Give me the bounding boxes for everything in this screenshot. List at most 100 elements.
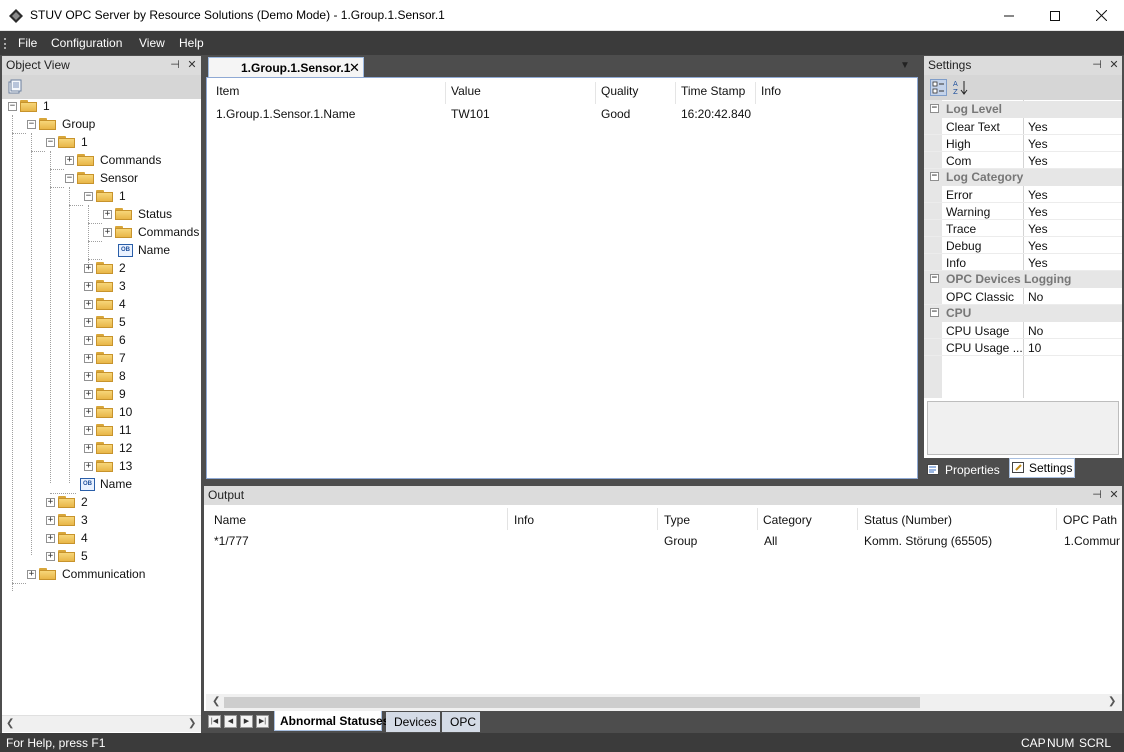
document-tab[interactable]: 1.Group.1.Sensor.1 ✕ [208, 57, 364, 78]
collapse-icon[interactable]: − [930, 274, 939, 283]
property-row[interactable]: Info Yes [924, 254, 1122, 271]
expand-icon[interactable]: + [84, 461, 93, 471]
scroll-right-icon[interactable]: ❯ [188, 718, 196, 729]
collapse-icon[interactable]: − [930, 308, 939, 317]
expand-icon[interactable]: + [103, 209, 112, 219]
expand-icon[interactable]: + [84, 371, 93, 381]
close-pane-icon[interactable]: ✕ [1107, 488, 1121, 502]
tab-settings[interactable]: Settings [1009, 458, 1075, 478]
expand-icon[interactable]: + [46, 533, 55, 543]
pin-icon[interactable]: ⊣ [1090, 488, 1104, 502]
collapse-icon[interactable]: − [27, 119, 36, 129]
property-row[interactable]: Debug Yes [924, 237, 1122, 254]
tree-node-sensor[interactable]: − Sensor [65, 169, 138, 187]
tree-node-group-name[interactable]: OB Name [80, 475, 132, 493]
column-header-info[interactable]: Info [757, 82, 905, 104]
categorized-view-icon[interactable] [930, 79, 947, 96]
column-header-value[interactable]: Value [447, 82, 596, 104]
column-separator[interactable] [657, 508, 658, 530]
collapse-icon[interactable]: − [65, 173, 74, 183]
tree-node-sensor[interactable]: +10 [84, 403, 132, 421]
minimize-button[interactable] [986, 0, 1032, 31]
category-log-category[interactable]: − Log Category [924, 169, 1122, 186]
expand-icon[interactable]: + [46, 515, 55, 525]
expand-icon[interactable]: + [84, 425, 93, 435]
tree-node-sensor[interactable]: +2 [84, 259, 126, 277]
tree-node-sensor[interactable]: +8 [84, 367, 126, 385]
tree-node-sensor[interactable]: +4 [84, 295, 126, 313]
property-row[interactable]: High Yes [924, 135, 1122, 152]
first-tab-icon[interactable]: |◀ [208, 715, 221, 728]
column-header-item[interactable]: Item [212, 82, 446, 104]
property-row[interactable]: Com Yes [924, 152, 1122, 169]
expand-icon[interactable]: + [65, 155, 74, 165]
column-separator[interactable] [507, 508, 508, 530]
output-horizontal-scrollbar[interactable]: ❮ ❯ [206, 694, 1122, 711]
collapse-icon[interactable]: − [930, 104, 939, 113]
column-header-category[interactable]: Category [763, 513, 812, 527]
tab-devices[interactable]: Devices [386, 712, 440, 732]
last-tab-icon[interactable]: ▶| [256, 715, 269, 728]
menu-configuration[interactable]: Configuration [51, 36, 122, 50]
column-header-quality[interactable]: Quality [597, 82, 676, 104]
scroll-left-icon[interactable]: ❮ [212, 696, 220, 707]
column-separator[interactable] [857, 508, 858, 530]
expand-icon[interactable]: + [84, 335, 93, 345]
object-view-horizontal-scrollbar[interactable]: ❮ ❯ [2, 715, 201, 732]
tree-node-group-1[interactable]: − 1 [46, 133, 88, 151]
scrollbar-thumb[interactable] [224, 697, 920, 708]
maximize-button[interactable] [1032, 0, 1078, 31]
prev-tab-icon[interactable]: ◀ [224, 715, 237, 728]
tab-abnormal-statuses[interactable]: Abnormal Statuses [274, 711, 389, 731]
column-header-name[interactable]: Name [214, 513, 246, 527]
column-header-type[interactable]: Type [664, 513, 690, 527]
tree-node-communication[interactable]: + Communication [27, 565, 145, 583]
expand-icon[interactable]: + [84, 299, 93, 309]
tree-node-sensor[interactable]: +11 [84, 421, 131, 439]
tree-node-sensor-name[interactable]: OB Name [118, 241, 170, 259]
category-cpu[interactable]: − CPU [924, 305, 1122, 322]
collapse-icon[interactable]: − [930, 172, 939, 181]
tree-node-group[interactable]: +2 [46, 493, 88, 511]
column-header-opc-path[interactable]: OPC Path [1063, 513, 1117, 527]
tree-node-group[interactable]: +5 [46, 547, 88, 565]
property-row[interactable]: Warning Yes [924, 203, 1122, 220]
tab-list-dropdown-icon[interactable]: ▼ [900, 60, 910, 71]
tab-properties[interactable]: Properties [927, 460, 1007, 480]
tree-node-group[interactable]: +4 [46, 529, 88, 547]
tree-node-sensor[interactable]: +12 [84, 439, 132, 457]
menu-help[interactable]: Help [179, 36, 204, 50]
pin-icon[interactable]: ⊣ [1090, 58, 1104, 72]
menu-file[interactable]: File [18, 36, 37, 50]
refresh-tree-icon[interactable] [8, 79, 22, 94]
alphabetical-sort-icon[interactable]: A Z [952, 79, 969, 96]
pin-icon[interactable]: ⊣ [168, 58, 182, 72]
expand-icon[interactable]: + [84, 389, 93, 399]
tree-node-group[interactable]: +3 [46, 511, 88, 529]
expand-icon[interactable]: + [84, 317, 93, 327]
property-row[interactable]: Error Yes [924, 186, 1122, 203]
tree-node-sensor-commands[interactable]: + Commands [103, 223, 199, 241]
property-row[interactable]: Trace Yes [924, 220, 1122, 237]
expand-icon[interactable]: + [84, 443, 93, 453]
tree-node-sensor[interactable]: +5 [84, 313, 126, 331]
expand-icon[interactable]: + [46, 497, 55, 507]
property-row[interactable]: OPC Classic No [924, 288, 1122, 305]
tree-node-sensor[interactable]: +13 [84, 457, 132, 475]
collapse-icon[interactable]: − [46, 137, 55, 147]
column-header-info[interactable]: Info [514, 513, 534, 527]
tree-node-sensor[interactable]: +9 [84, 385, 126, 403]
category-log-level[interactable]: − Log Level [924, 101, 1122, 118]
tree-node-sensor-1[interactable]: − 1 [84, 187, 126, 205]
close-button[interactable] [1078, 0, 1124, 31]
expand-icon[interactable]: + [46, 551, 55, 561]
output-row[interactable]: *1/777 Group All Komm. Störung (65505) 1… [204, 532, 1120, 550]
column-header-status[interactable]: Status (Number) [864, 513, 952, 527]
scroll-left-icon[interactable]: ❮ [6, 718, 14, 729]
expand-icon[interactable]: + [84, 407, 93, 417]
next-tab-icon[interactable]: ▶ [240, 715, 253, 728]
menu-grip-icon[interactable] [4, 38, 7, 49]
close-tab-icon[interactable]: ✕ [349, 60, 360, 76]
collapse-icon[interactable]: − [84, 191, 93, 201]
property-row[interactable]: Clear Text Yes [924, 118, 1122, 135]
